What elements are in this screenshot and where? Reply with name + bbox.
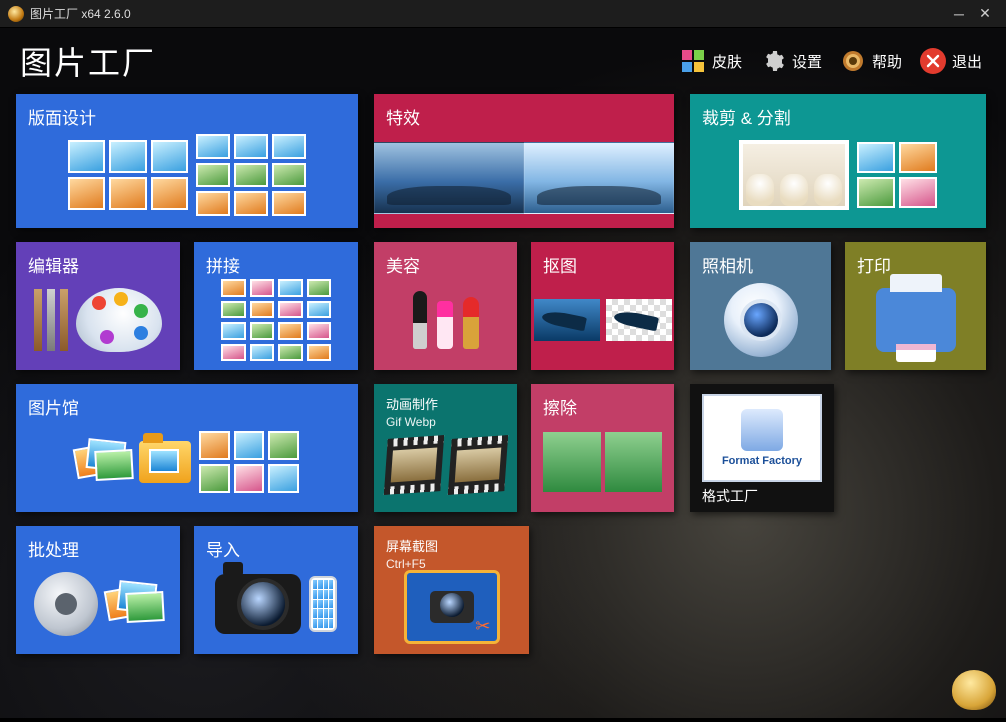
tile-erase[interactable]: 擦除: [531, 384, 674, 512]
camera-icon: [215, 574, 301, 634]
titlebar-text: 图片工厂 x64 2.6.0: [30, 5, 131, 22]
crop-preview: [739, 140, 849, 210]
header: 图片工厂 皮肤 设置 帮助 退出: [0, 28, 1006, 94]
tile-stitch[interactable]: 拼接: [194, 242, 358, 370]
photo-stack-icon: [75, 438, 131, 486]
effect-pane-bright: [524, 142, 674, 214]
titlebar: 图片工厂 x64 2.6.0 ─ ✕: [0, 0, 1006, 28]
tile-crop[interactable]: 裁剪 & 分割: [690, 94, 986, 228]
tile-format-label: 格式工厂: [702, 486, 822, 506]
help-icon: [840, 48, 866, 74]
tile-anim-label: 动画制作: [386, 394, 505, 413]
tile-import[interactable]: 导入: [194, 526, 358, 654]
gear-icon: [760, 48, 786, 74]
exit-label: 退出: [952, 51, 982, 72]
app-title: 图片工厂: [20, 38, 156, 84]
tile-format[interactable]: Format Factory 格式工厂: [690, 384, 834, 512]
tile-camera[interactable]: 照相机: [690, 242, 831, 370]
tile-anim-sub: Gif Webp: [386, 415, 505, 429]
gear-large-icon: [34, 572, 98, 636]
erase-preview: [543, 432, 662, 492]
tile-gallery[interactable]: 图片馆: [16, 384, 358, 512]
close-icon: [920, 48, 946, 74]
format-factory-icon: Format Factory: [702, 394, 822, 482]
tile-screenshot-label: 屏幕截图: [386, 536, 517, 555]
tile-cutout-label: 抠图: [543, 252, 662, 277]
tile-screenshot[interactable]: 屏幕截图 Ctrl+F5 ✂: [374, 526, 529, 654]
cutout-preview: [534, 299, 672, 341]
tile-effects[interactable]: 特效: [374, 94, 674, 228]
screenshot-icon: ✂: [404, 570, 500, 644]
tile-batch[interactable]: 批处理: [16, 526, 180, 654]
format-factory-brand: Format Factory: [722, 455, 802, 467]
help-button[interactable]: 帮助: [840, 48, 902, 74]
mascot-icon: [952, 670, 996, 710]
printer-icon: [876, 288, 956, 352]
tile-camera-label: 照相机: [702, 252, 819, 277]
tile-erase-label: 擦除: [543, 394, 662, 419]
tile-stitch-label: 拼接: [206, 252, 346, 277]
close-button[interactable]: ✕: [972, 4, 998, 24]
tile-gallery-label: 图片馆: [28, 394, 346, 419]
webcam-icon: [724, 283, 798, 357]
tile-import-label: 导入: [206, 536, 346, 561]
minimize-button[interactable]: ─: [946, 4, 972, 24]
settings-label: 设置: [792, 51, 822, 72]
batch-photos-icon: [106, 580, 162, 628]
tile-cutout[interactable]: 抠图: [531, 242, 674, 370]
tile-effects-label: 特效: [386, 104, 662, 129]
tile-crop-label: 裁剪 & 分割: [702, 104, 974, 129]
film-icon-2: [447, 435, 507, 495]
settings-button[interactable]: 设置: [760, 48, 822, 74]
cosmetics-icon: [413, 291, 479, 349]
skin-label: 皮肤: [712, 51, 742, 72]
help-label: 帮助: [872, 51, 902, 72]
exit-button[interactable]: 退出: [920, 48, 982, 74]
folder-icon: [139, 441, 191, 483]
tile-editor-label: 编辑器: [28, 252, 168, 277]
tile-batch-label: 批处理: [28, 536, 168, 561]
tile-screenshot-sub: Ctrl+F5: [386, 557, 517, 571]
effect-pane-dark: [374, 142, 524, 214]
brushes-icon: [34, 289, 68, 351]
tile-layout[interactable]: 版面设计: [16, 94, 358, 228]
tile-beauty[interactable]: 美容: [374, 242, 517, 370]
app-icon: [8, 6, 24, 22]
skin-button[interactable]: 皮肤: [680, 48, 742, 74]
tile-editor[interactable]: 编辑器: [16, 242, 180, 370]
tile-print[interactable]: 打印: [845, 242, 986, 370]
tile-layout-label: 版面设计: [28, 104, 346, 129]
film-icon: [384, 435, 444, 495]
skin-icon: [682, 50, 704, 72]
phone-icon: [309, 576, 337, 632]
tile-beauty-label: 美容: [386, 252, 505, 277]
tile-anim[interactable]: 动画制作 Gif Webp: [374, 384, 517, 512]
palette-icon: [76, 288, 162, 352]
